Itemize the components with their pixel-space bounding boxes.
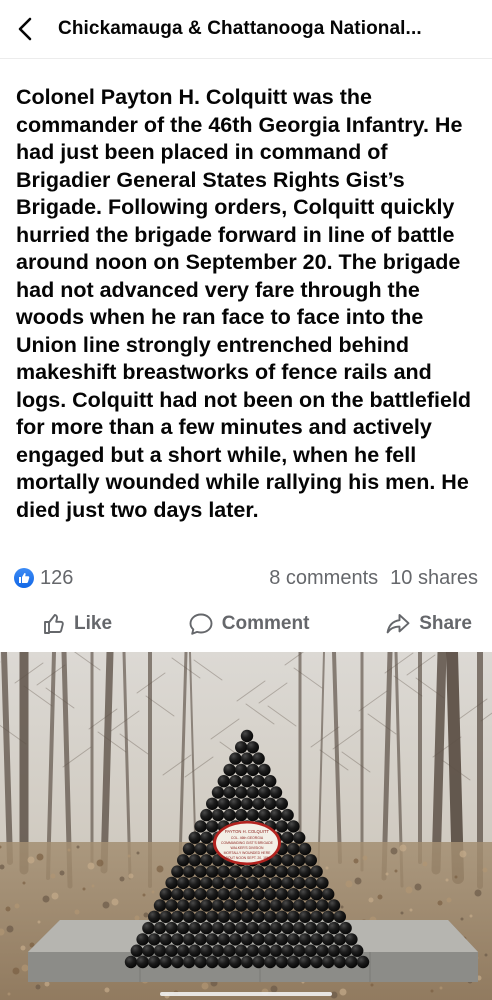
chevron-left-icon [18,17,32,41]
comments-count-link[interactable]: 8 comments [269,567,378,590]
svg-text:COL. 46th GEORGIA: COL. 46th GEORGIA [231,836,264,840]
share-label: Share [419,613,472,634]
svg-text:MORTALLY WOUNDED HERE: MORTALLY WOUNDED HERE [224,851,272,855]
like-label: Like [74,613,113,634]
reaction-count-button[interactable]: 126 [14,567,73,590]
share-button[interactable]: Share [385,612,472,636]
like-button[interactable]: Like [42,612,112,636]
reactions-summary: 126 8 comments 10 shares [14,563,478,593]
comment-label: Comment [221,613,310,634]
monument-plaque: PAYTON H. COLQUITT COL. 46th GEORGIA COM… [213,821,281,865]
svg-text:COMMANDING GIST'S BRIGADE: COMMANDING GIST'S BRIGADE [221,841,274,845]
thumbs-up-outline-icon [44,614,64,634]
monument-photo: PAYTON H. COLQUITT COL. 46th GEORGIA COM… [0,652,492,1000]
back-button[interactable] [0,0,50,58]
share-arrow-icon [386,614,410,634]
home-indicator [160,992,332,996]
header-divider [0,58,492,59]
post-photo[interactable]: PAYTON H. COLQUITT COL. 46th GEORGIA COM… [0,652,492,1000]
post-header: Chickamauga & Chattanooga National... [0,0,492,58]
post-actions-bar: Like Comment Share [0,604,492,644]
thumbs-up-icon [14,568,34,588]
svg-text:ABOUT NOON SEPT. 20, 1863: ABOUT NOON SEPT. 20, 1863 [223,856,270,860]
post-body-text: Colonel Payton H. Colquitt was the comma… [16,85,472,522]
reaction-count: 126 [40,566,74,589]
speech-bubble-icon [189,613,213,635]
svg-text:WALKER'S DIVISION: WALKER'S DIVISION [231,846,264,850]
comment-button[interactable]: Comment [188,612,310,636]
svg-text:PAYTON H. COLQUITT: PAYTON H. COLQUITT [225,829,270,834]
page-title: Chickamauga & Chattanooga National... [58,18,422,39]
shares-count-link[interactable]: 10 shares [390,567,478,590]
